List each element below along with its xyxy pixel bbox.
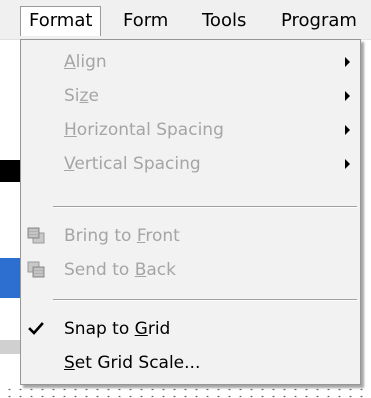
- menu-item-size[interactable]: Size: [21, 80, 360, 112]
- submenu-arrow-icon: [345, 57, 350, 67]
- menu-item-align[interactable]: Align: [21, 46, 360, 78]
- menu-bar: Format Form Tools Program: [0, 0, 371, 40]
- submenu-arrow-icon: [345, 91, 350, 101]
- menu-item-set-grid-scale[interactable]: Set Grid Scale...: [21, 347, 360, 379]
- bring-to-front-icon: [25, 225, 47, 247]
- menu-item-label: Size: [64, 86, 99, 106]
- menu-item-snap-to-grid[interactable]: Snap to Grid: [21, 313, 360, 345]
- menu-tools[interactable]: Tools: [194, 6, 254, 36]
- underlying-grid-dots: [0, 384, 371, 398]
- menu-item-bring-to-front[interactable]: Bring to Front: [21, 220, 360, 252]
- menu-item-label: Vertical Spacing: [64, 154, 201, 174]
- menu-item-label: Set Grid Scale...: [64, 353, 201, 373]
- menu-item-label: Bring to Front: [64, 226, 180, 246]
- menu-item-vertical-spacing[interactable]: Vertical Spacing: [21, 148, 360, 180]
- menu-separator: [53, 299, 357, 301]
- menu-item-horizontal-spacing[interactable]: Horizontal Spacing: [21, 114, 360, 146]
- menu-item-label: Horizontal Spacing: [64, 120, 224, 140]
- menu-item-label: Snap to Grid: [64, 319, 171, 339]
- underlying-titlebar-strip: [0, 258, 20, 298]
- menu-form[interactable]: Form: [115, 6, 176, 36]
- menu-program[interactable]: Program: [273, 6, 365, 36]
- menu-item-send-to-back[interactable]: Send to Back: [21, 254, 360, 286]
- submenu-arrow-icon: [345, 159, 350, 169]
- menu-separator: [53, 206, 357, 208]
- submenu-arrow-icon: [345, 125, 350, 135]
- format-dropdown-menu: Align Size Horizontal Spacing Vertical S…: [20, 39, 361, 385]
- menu-format[interactable]: Format: [20, 6, 102, 36]
- checkmark-icon: [25, 318, 47, 340]
- menu-item-label: Align: [64, 52, 107, 72]
- underlying-status-strip: [0, 340, 20, 354]
- underlying-toolbar-strip: [0, 160, 20, 182]
- menu-item-label: Send to Back: [64, 260, 176, 280]
- send-to-back-icon: [25, 259, 47, 281]
